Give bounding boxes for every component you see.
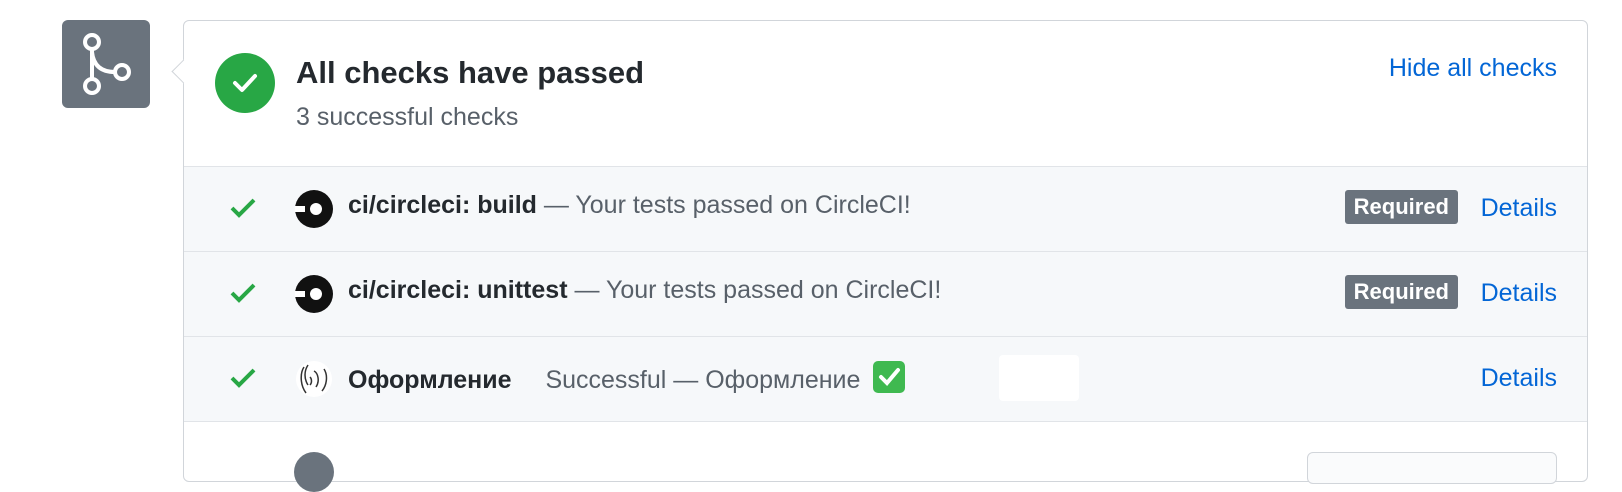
check-description: Successful — Оформление bbox=[545, 366, 861, 394]
check-row: ci/circleci: unittest — Your tests passe… bbox=[184, 252, 1587, 337]
circleci-logo-icon bbox=[295, 190, 333, 228]
check-label: ci/circleci: unittest — Your tests passe… bbox=[348, 276, 941, 305]
git-branch-icon bbox=[83, 33, 131, 95]
check-row: ci/circleci: build — Your tests passed o… bbox=[184, 167, 1587, 252]
checkmark-icon bbox=[230, 283, 256, 303]
check-name: ci/circleci: build bbox=[348, 191, 537, 219]
checkmark-icon bbox=[230, 368, 256, 388]
hide-all-checks-link[interactable]: Hide all checks bbox=[1389, 54, 1557, 83]
checks-summary-title: All checks have passed bbox=[296, 55, 645, 90]
blank-placeholder bbox=[999, 355, 1079, 401]
action-button[interactable] bbox=[1307, 452, 1557, 484]
success-status-icon bbox=[215, 53, 275, 113]
check-name: Оформление bbox=[348, 366, 512, 394]
white-check-mark-emoji-icon bbox=[873, 361, 906, 393]
check-description: — Your tests passed on CircleCI! bbox=[536, 191, 911, 219]
checks-summary-count: 3 successful checks bbox=[296, 103, 519, 131]
status-icon bbox=[294, 452, 334, 492]
checks-summary-header: All checks have passed 3 successful chec… bbox=[184, 21, 1587, 167]
check-row: Оформление Successful — Оформление Detai… bbox=[184, 337, 1587, 422]
check-description: — Your tests passed on CircleCI! bbox=[567, 276, 942, 304]
check-name: ci/circleci: unittest bbox=[348, 276, 568, 304]
required-badge: Required bbox=[1344, 275, 1458, 309]
details-link[interactable]: Details bbox=[1481, 364, 1557, 393]
check-label: Оформление Successful — Оформление bbox=[348, 361, 906, 395]
git-branch-badge bbox=[62, 20, 150, 108]
details-link[interactable]: Details bbox=[1481, 279, 1557, 308]
pushkin-avatar-icon bbox=[296, 361, 332, 397]
merge-checks-panel: All checks have passed 3 successful chec… bbox=[183, 20, 1588, 492]
details-link[interactable]: Details bbox=[1481, 194, 1557, 223]
circleci-logo-icon bbox=[295, 275, 333, 313]
required-badge: Required bbox=[1344, 190, 1458, 224]
next-row-partial bbox=[184, 422, 1587, 492]
checkmark-icon bbox=[230, 198, 256, 218]
check-label: ci/circleci: build — Your tests passed o… bbox=[348, 191, 911, 220]
